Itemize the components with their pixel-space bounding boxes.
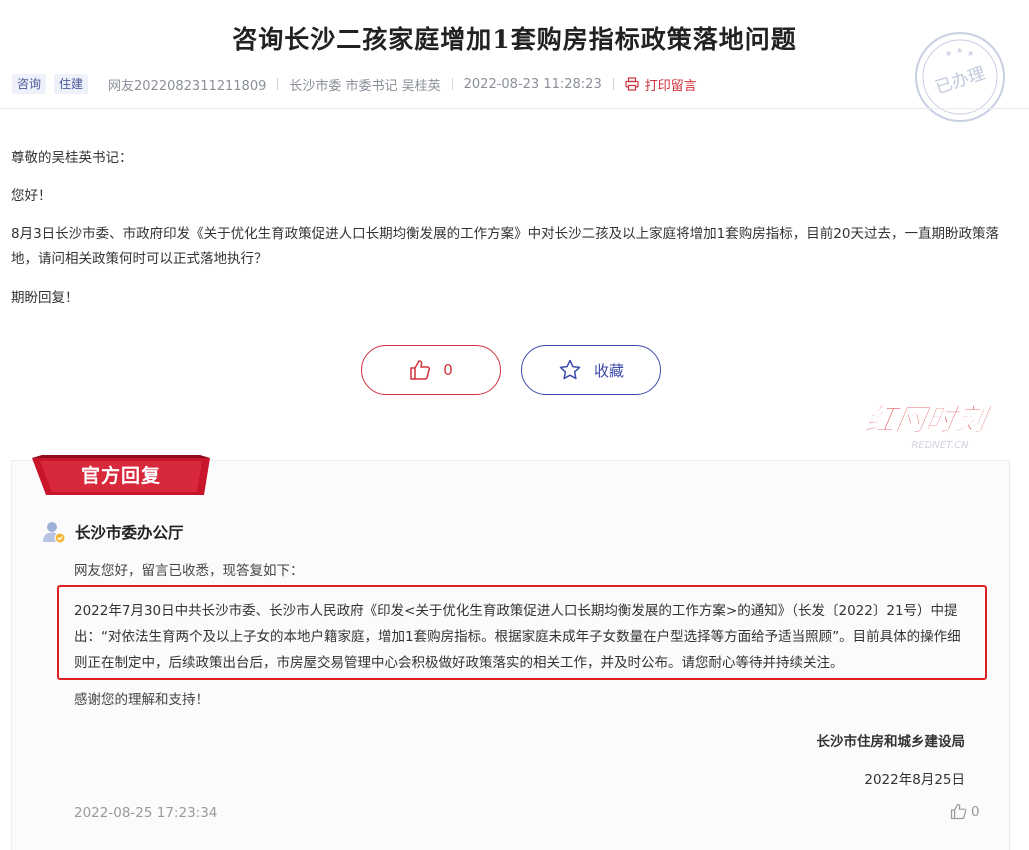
- processed-stamp: ★ ★ ★ 已办理: [915, 32, 1005, 122]
- page-title: 咨询长沙二孩家庭增加1套购房指标政策落地问题: [232, 25, 797, 54]
- tag-consult[interactable]: 咨询: [12, 74, 47, 94]
- official-user-icon: [43, 522, 66, 544]
- print-message-link[interactable]: 打印留言: [625, 75, 697, 94]
- rednet-logo: 红网时刻 REDNET.CN: [862, 403, 994, 451]
- reply-intro: 网友您好，留言已收悉，现答复如下：: [74, 563, 304, 579]
- like-count: 0: [443, 361, 453, 379]
- letter-closing: 期盼回复！: [11, 290, 79, 306]
- message-content: 尊敬的吴桂英书记： 您好！ 8月3日长沙市委、市政府印发《关于优化生育政策促进人…: [11, 146, 1023, 324]
- printer-icon: [625, 77, 639, 91]
- svg-text:★: ★: [945, 49, 952, 58]
- post-time: 2022-08-23 11:28:23: [463, 76, 602, 92]
- letter-greeting: 尊敬的吴桂英书记：: [11, 150, 133, 166]
- divider: [451, 78, 453, 90]
- reply-like-count: 0: [971, 803, 980, 820]
- logo-text: 红网时刻: [863, 403, 994, 438]
- letter-hello: 您好！: [11, 188, 52, 204]
- thumbs-up-icon: [950, 803, 967, 820]
- message-target: 长沙市委 市委书记 吴桂英: [289, 78, 441, 94]
- header-divider: [0, 108, 1029, 109]
- svg-text:★: ★: [956, 46, 963, 55]
- logo-subtext: REDNET.CN: [911, 440, 969, 451]
- reply-like-button[interactable]: 0: [950, 803, 980, 820]
- print-label: 打印留言: [644, 78, 697, 94]
- reply-date: 2022年8月25日: [864, 772, 965, 788]
- reply-department: 长沙市委办公厅: [41, 519, 184, 545]
- official-reply-title: 官方回复: [80, 465, 161, 487]
- reply-timestamp: 2022-08-25 17:23:34: [74, 805, 218, 821]
- thumbs-up-icon: [410, 360, 431, 380]
- stamp-text: 已办理: [933, 64, 988, 99]
- favorite-button[interactable]: 收藏: [521, 345, 661, 395]
- department-name: 长沙市委办公厅: [75, 524, 184, 542]
- reply-signer: 长沙市住房和城乡建设局: [816, 734, 966, 750]
- star-icon: [559, 359, 581, 380]
- divider: [277, 78, 279, 90]
- poster-name: 网友2022082311211809: [108, 78, 267, 94]
- meta-bar: 咨询 住建 网友2022082311211809 长沙市委 市委书记 吴桂英 2…: [12, 73, 697, 95]
- tag-housing[interactable]: 住建: [54, 74, 89, 94]
- svg-text:★: ★: [967, 49, 974, 58]
- divider: [612, 78, 614, 90]
- highlighted-reply-content: 2022年7月30日中共长沙市委、长沙市人民政府《印发<关于优化生育政策促进人口…: [57, 585, 987, 680]
- favorite-label: 收藏: [593, 361, 624, 380]
- reply-thanks: 感谢您的理解和支持！: [74, 692, 209, 708]
- like-button[interactable]: 0: [361, 345, 501, 395]
- letter-body: 8月3日长沙市委、市政府印发《关于优化生育政策促进人口长期均衡发展的工作方案》中…: [11, 226, 999, 267]
